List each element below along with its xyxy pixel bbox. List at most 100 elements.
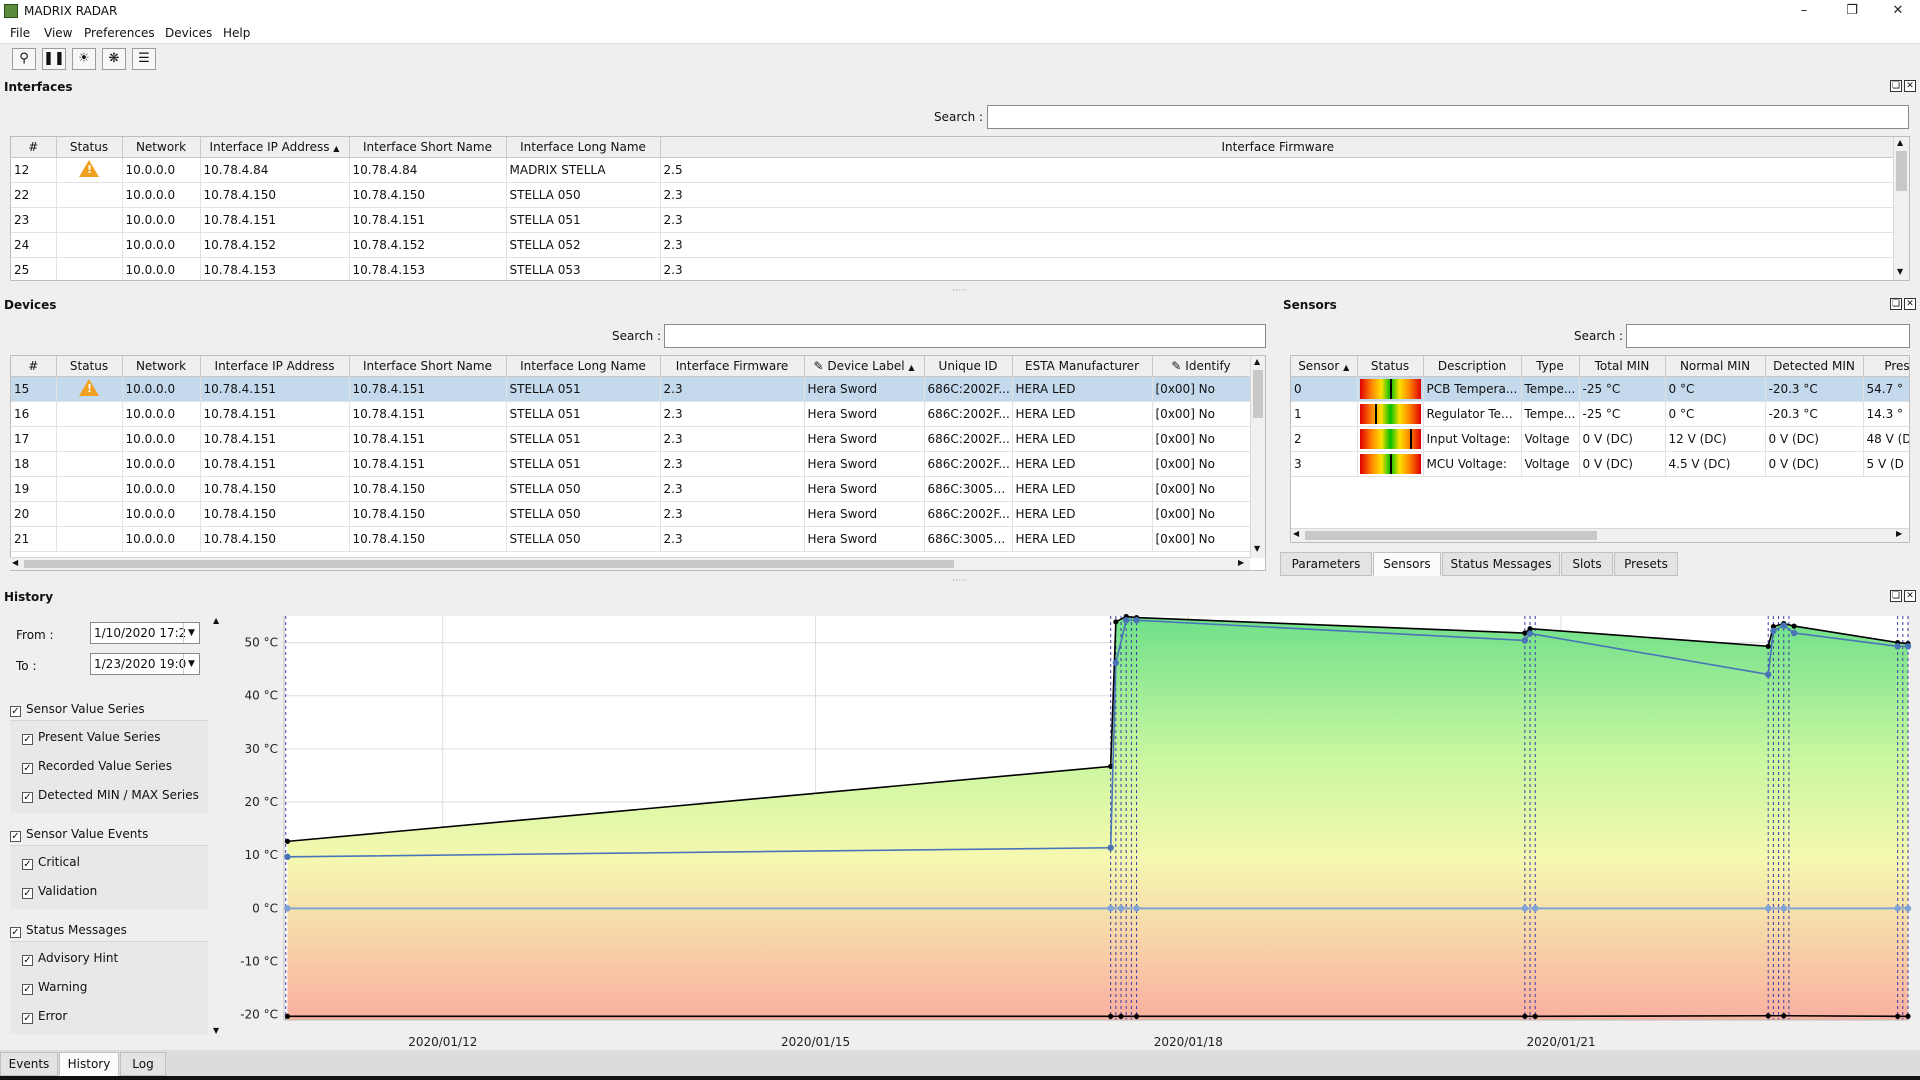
group-checkbox-2[interactable]: ✓ Status Messages: [10, 923, 127, 938]
cell-identify[interactable]: [0x00] No: [1152, 451, 1251, 477]
col-header-short-name[interactable]: Interface Short Name: [349, 356, 507, 377]
close-panel-icon[interactable]: ✕: [1904, 80, 1916, 92]
series-checkbox[interactable]: ✓ Warning: [22, 980, 87, 995]
close-icon[interactable]: ✕: [1878, 2, 1918, 20]
close-panel-icon[interactable]: ✕: [1904, 298, 1916, 310]
table-row[interactable]: 16 10.0.0.0 10.78.4.151 10.78.4.151 STEL…: [11, 401, 1265, 427]
col-header-esta[interactable]: ESTA Manufacturer: [1012, 356, 1153, 377]
col-header-long-name[interactable]: Interface Long Name: [506, 356, 661, 377]
pause-button[interactable]: ❚❚: [42, 48, 66, 70]
col-header-num[interactable]: #: [11, 137, 57, 158]
series-checkbox[interactable]: ✓ Detected MIN / MAX Series: [22, 788, 199, 803]
table-row[interactable]: 1 Regulator Te... Tempe... -25 °C 0 °C -…: [1291, 401, 1909, 427]
sensors-search-input[interactable]: [1626, 324, 1910, 348]
scroll-up-icon[interactable]: ▲: [1254, 357, 1260, 366]
col-header-num[interactable]: #: [11, 356, 57, 377]
scroll-thumb[interactable]: [1253, 370, 1263, 418]
col-header-long-name[interactable]: Interface Long Name: [506, 137, 661, 158]
table-row[interactable]: 0 PCB Tempera... Tempe... -25 °C 0 °C -2…: [1291, 376, 1909, 402]
float-icon[interactable]: ❏: [1890, 298, 1902, 310]
cell-device-label[interactable]: Hera Sword: [804, 501, 925, 527]
tab-parameters[interactable]: Parameters: [1280, 552, 1372, 576]
scroll-left-icon[interactable]: ◀: [12, 558, 18, 567]
cell-identify[interactable]: [0x00] No: [1152, 376, 1251, 402]
devices-search-input[interactable]: [664, 324, 1266, 348]
table-row[interactable]: 12 10.0.0.0 10.78.4.84 10.78.4.84 MADRIX…: [11, 157, 1896, 183]
cell-device-label[interactable]: Hera Sword: [804, 526, 925, 552]
col-header-detected-min[interactable]: Detected MIN: [1765, 356, 1864, 377]
splitter-handle[interactable]: ·····: [952, 286, 966, 296]
from-date-picker[interactable]: 1/10/2020 17:2 ▼: [90, 622, 200, 644]
bottom-tab-log[interactable]: Log: [120, 1052, 166, 1076]
tab-status-messages[interactable]: Status Messages: [1442, 552, 1560, 576]
col-header-status[interactable]: Status: [56, 137, 123, 158]
scroll-down-icon[interactable]: ▼: [1897, 267, 1903, 276]
table-row[interactable]: 2 Input Voltage: Voltage 0 V (DC) 12 V (…: [1291, 426, 1909, 452]
to-date-picker[interactable]: 1/23/2020 19:0 ▼: [90, 653, 200, 675]
scroll-right-icon[interactable]: ▶: [1238, 558, 1244, 567]
table-row[interactable]: 18 10.0.0.0 10.78.4.151 10.78.4.151 STEL…: [11, 451, 1265, 477]
group-checkbox-0[interactable]: ✓ Sensor Value Series: [10, 702, 145, 717]
table-row[interactable]: 17 10.0.0.0 10.78.4.151 10.78.4.151 STEL…: [11, 426, 1265, 452]
cell-device-label[interactable]: Hera Sword: [804, 451, 925, 477]
col-header-ip[interactable]: Interface IP Address ▲: [200, 137, 350, 158]
scroll-thumb[interactable]: [24, 560, 954, 568]
scroll-up-icon[interactable]: ▲: [213, 616, 219, 625]
interfaces-vscroll[interactable]: ▲ ▼: [1893, 137, 1909, 280]
cell-identify[interactable]: [0x00] No: [1152, 401, 1251, 427]
float-icon[interactable]: ❏: [1890, 590, 1902, 602]
sidebar-vscroll[interactable]: ▲ ▼: [210, 614, 224, 1040]
devices-hscroll[interactable]: ◀ ▶: [10, 557, 1250, 570]
tab-sensors[interactable]: Sensors: [1373, 552, 1441, 576]
table-row[interactable]: 21 10.0.0.0 10.78.4.150 10.78.4.150 STEL…: [11, 526, 1265, 552]
series-checkbox[interactable]: ✓ Validation: [22, 884, 97, 899]
col-header-firmware[interactable]: Interface Firmware: [660, 137, 1896, 158]
col-header-description[interactable]: Description: [1423, 356, 1522, 377]
menu-help[interactable]: Help: [223, 26, 250, 40]
dropdown-arrow-icon[interactable]: ▼: [183, 654, 199, 674]
cell-identify[interactable]: [0x00] No: [1152, 426, 1251, 452]
col-header-total-min[interactable]: Total MIN: [1579, 356, 1666, 377]
series-checkbox[interactable]: ✓ Recorded Value Series: [22, 759, 172, 774]
splitter-handle[interactable]: ·····: [952, 576, 966, 586]
list-button[interactable]: ☰: [132, 48, 156, 70]
scroll-right-icon[interactable]: ▶: [1896, 529, 1902, 538]
cell-identify[interactable]: [0x00] No: [1152, 476, 1251, 502]
col-header-unique-id[interactable]: Unique ID: [924, 356, 1013, 377]
table-row[interactable]: 22 10.0.0.0 10.78.4.150 10.78.4.150 STEL…: [11, 182, 1896, 208]
series-checkbox[interactable]: ✓ Advisory Hint: [22, 951, 118, 966]
col-header-normal-min[interactable]: Normal MIN: [1665, 356, 1766, 377]
tab-presets[interactable]: Presets: [1614, 552, 1678, 576]
menu-file[interactable]: File: [10, 26, 30, 40]
cell-identify[interactable]: [0x00] No: [1152, 526, 1251, 552]
maximize-icon[interactable]: ❐: [1832, 2, 1872, 20]
cell-device-label[interactable]: Hera Sword: [804, 426, 925, 452]
scroll-thumb[interactable]: [1896, 151, 1907, 191]
col-header-identify[interactable]: ✎ Identify: [1152, 356, 1251, 377]
debug-button[interactable]: ❋: [102, 48, 126, 70]
cell-identify[interactable]: [0x00] No: [1152, 501, 1251, 527]
dropdown-arrow-icon[interactable]: ▼: [183, 623, 199, 643]
col-header-network[interactable]: Network: [122, 137, 201, 158]
bottom-tab-history[interactable]: History: [59, 1052, 119, 1076]
interfaces-search-input[interactable]: [987, 105, 1909, 129]
identify-button[interactable]: ☀: [72, 48, 96, 70]
series-checkbox[interactable]: ✓ Present Value Series: [22, 730, 161, 745]
col-header-ip[interactable]: Interface IP Address: [200, 356, 350, 377]
table-row[interactable]: 3 MCU Voltage: Voltage 0 V (DC) 4.5 V (D…: [1291, 451, 1909, 477]
close-panel-icon[interactable]: ✕: [1904, 590, 1916, 602]
col-header-network[interactable]: Network: [122, 356, 201, 377]
col-header-sensor[interactable]: Sensor ▲: [1291, 356, 1358, 377]
table-row[interactable]: 25 10.0.0.0 10.78.4.153 10.78.4.153 STEL…: [11, 257, 1896, 280]
table-row[interactable]: 20 10.0.0.0 10.78.4.150 10.78.4.150 STEL…: [11, 501, 1265, 527]
col-header-status[interactable]: Status: [1357, 356, 1424, 377]
menu-view[interactable]: View: [44, 26, 72, 40]
table-row[interactable]: 23 10.0.0.0 10.78.4.151 10.78.4.151 STEL…: [11, 207, 1896, 233]
group-checkbox-1[interactable]: ✓ Sensor Value Events: [10, 827, 148, 842]
cell-device-label[interactable]: Hera Sword: [804, 401, 925, 427]
minimize-icon[interactable]: –: [1784, 2, 1824, 20]
search-devices-button[interactable]: ⚲: [12, 48, 36, 70]
history-chart-svg[interactable]: 50 °C 40 °C 30 °C 20 °C 10 °C 0 °C -10 °C -20 °…: [226, 613, 1914, 1050]
table-row[interactable]: 24 10.0.0.0 10.78.4.152 10.78.4.152 STEL…: [11, 232, 1896, 258]
col-header-short-name[interactable]: Interface Short Name: [349, 137, 507, 158]
